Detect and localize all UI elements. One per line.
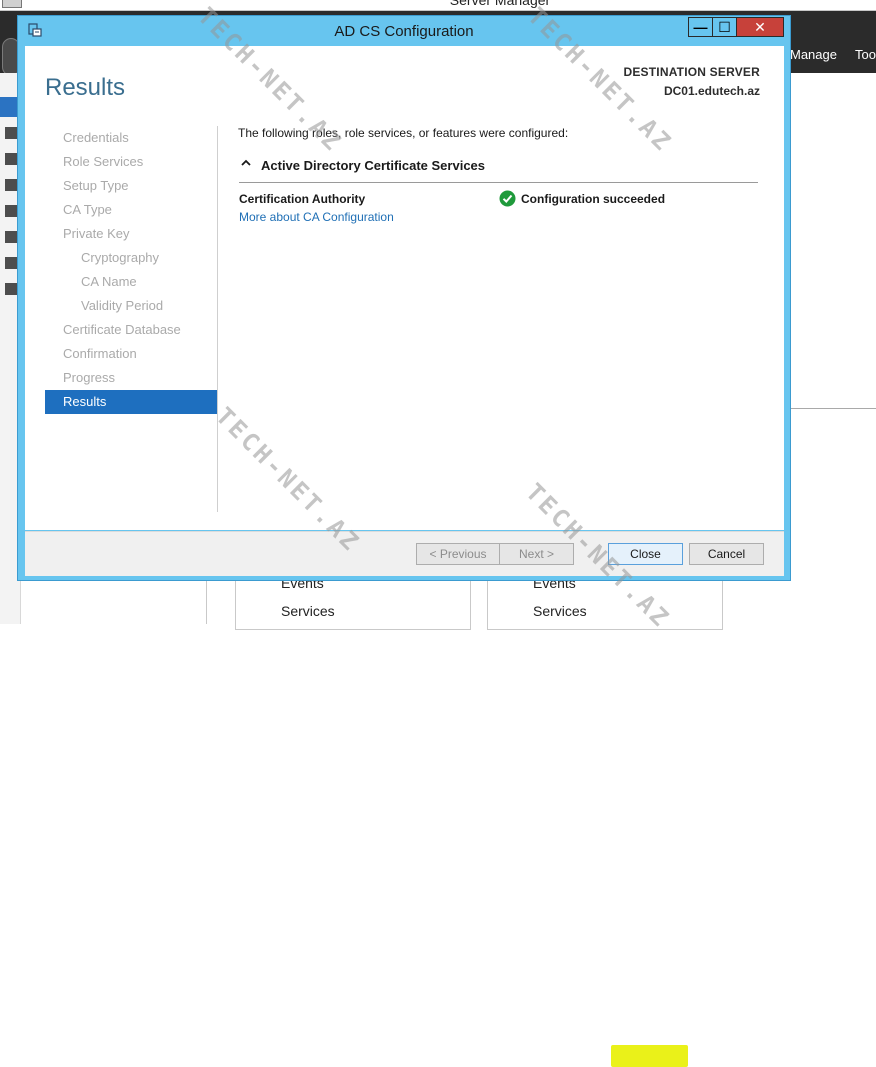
ad-cs-icon[interactable] — [5, 179, 17, 191]
divider — [790, 408, 876, 409]
cancel-button[interactable]: Cancel — [689, 543, 764, 565]
previous-button[interactable]: < Previous — [416, 543, 500, 565]
configuration-status: Configuration succeeded — [521, 192, 666, 206]
step-progress: Progress — [63, 370, 116, 385]
dialog-title: AD CS Configuration — [334, 23, 474, 40]
dialog-titlebar[interactable]: AD CS Configuration — ☐ ✕ — [18, 16, 790, 46]
steps-divider — [217, 126, 218, 512]
server-manager-title: Server Manager — [449, 0, 551, 8]
step-role-services: Role Services — [63, 154, 144, 169]
step-validity-period: Validity Period — [81, 298, 164, 313]
page-title: Results — [45, 74, 126, 101]
services-link[interactable]: Services — [281, 603, 335, 619]
step-ca-type: CA Type — [63, 202, 112, 217]
server-manager-titlebar: Server Manager — [0, 0, 876, 11]
next-button[interactable]: Next > — [499, 543, 574, 565]
step-private-key: Private Key — [63, 226, 130, 241]
maximize-button[interactable]: ☐ — [712, 17, 736, 37]
destination-server-value: DC01.edutech.az — [663, 84, 760, 98]
destination-server-label: DESTINATION SERVER — [623, 65, 760, 79]
menu-manage[interactable]: Manage — [790, 47, 837, 62]
chevron-up-icon[interactable] — [241, 158, 251, 168]
server-panel: Events Services — [235, 575, 471, 630]
more-about-ca-link[interactable]: More about CA Configuration — [239, 210, 394, 224]
step-results[interactable]: Results — [45, 390, 217, 414]
all-servers-icon[interactable] — [5, 153, 17, 165]
close-window-button[interactable]: ✕ — [736, 17, 784, 37]
step-certificate-database: Certificate Database — [63, 322, 181, 337]
step-confirmation: Confirmation — [63, 346, 137, 361]
step-cryptography: Cryptography — [81, 250, 160, 265]
step-setup-type: Setup Type — [63, 178, 129, 193]
section-divider — [239, 182, 758, 183]
step-credentials: Credentials — [63, 130, 129, 145]
step-ca-name: CA Name — [81, 274, 137, 289]
services-link[interactable]: Services — [533, 603, 587, 619]
results-intro: The following roles, role services, or f… — [238, 126, 569, 140]
ad-ds-icon[interactable] — [5, 205, 17, 217]
iis-icon[interactable] — [5, 283, 17, 295]
minimize-button[interactable]: — — [688, 17, 712, 37]
dialog-footer: < Previous Next > Close Cancel — [25, 531, 784, 1067]
role-name: Certification Authority — [239, 192, 366, 206]
local-server-icon[interactable] — [5, 127, 17, 139]
divider — [206, 578, 207, 624]
file-services-icon[interactable] — [5, 257, 17, 269]
ad-cs-configuration-dialog: AD CS Configuration — ☐ ✕ Results DESTIN… — [17, 15, 791, 1067]
dns-icon[interactable] — [5, 231, 17, 243]
section-title[interactable]: Active Directory Certificate Services — [261, 158, 485, 173]
menu-tools[interactable]: Too — [855, 47, 876, 62]
server-panel: Events Services — [487, 575, 723, 630]
success-check-icon — [499, 190, 516, 207]
close-highlight — [611, 1045, 688, 1067]
dialog-content: Results DESTINATION SERVER DC01.edutech.… — [25, 46, 784, 530]
